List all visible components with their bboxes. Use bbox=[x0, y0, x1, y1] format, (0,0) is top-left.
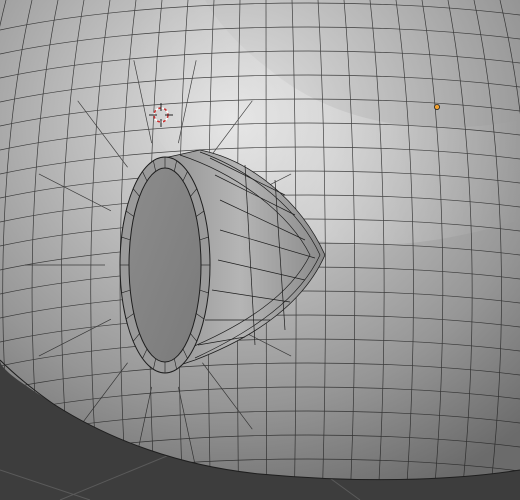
3d-viewport[interactable] bbox=[0, 0, 520, 500]
viewport-canvas[interactable] bbox=[0, 0, 520, 500]
nozzle-opening bbox=[128, 167, 202, 363]
object-origin-icon bbox=[433, 104, 440, 111]
